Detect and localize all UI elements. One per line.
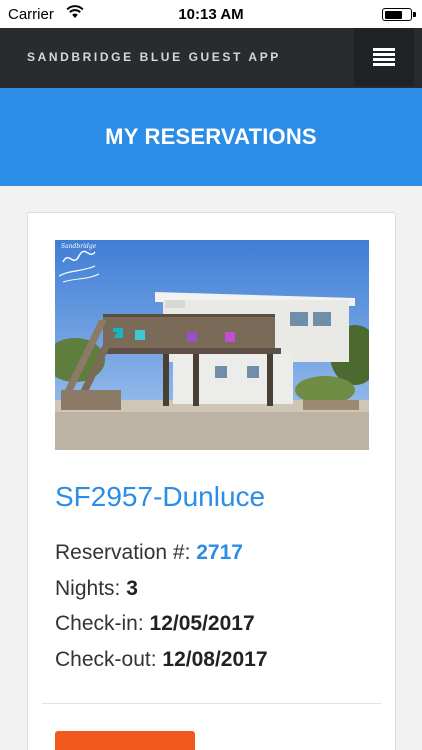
property-name-link[interactable]: SF2957-Dunluce: [55, 481, 265, 513]
checkout-row: Check-out: 12/08/2017: [55, 642, 268, 678]
status-bar: Carrier 10:13 AM: [0, 0, 422, 28]
property-photo[interactable]: Sandbridge: [55, 240, 369, 450]
app-title: SANDBRIDGE BLUE GUEST APP: [27, 50, 281, 64]
nights-row: Nights: 3: [55, 571, 268, 607]
app-header: SANDBRIDGE BLUE GUEST APP: [0, 28, 422, 88]
page-banner: MY RESERVATIONS: [0, 88, 422, 186]
reservation-number-row: Reservation #: 2717: [55, 535, 268, 571]
nights-value: 3: [126, 576, 138, 600]
reservation-number-link[interactable]: 2717: [196, 541, 243, 564]
reservation-card[interactable]: Sandbridge SF2957-Dunluce Reservation #:…: [27, 212, 396, 750]
clock: 10:13 AM: [178, 6, 244, 23]
menu-button[interactable]: [354, 28, 414, 86]
hamburger-menu-icon: [373, 48, 395, 66]
card-divider: [42, 703, 381, 704]
checkout-value: 12/08/2017: [162, 647, 268, 671]
page-title: MY RESERVATIONS: [105, 124, 317, 149]
checkin-label: Check-in:: [55, 612, 150, 635]
nights-label: Nights:: [55, 576, 127, 600]
svg-text:Sandbridge: Sandbridge: [61, 243, 97, 250]
reservation-action-button[interactable]: [55, 731, 195, 750]
checkin-value: 12/05/2017: [149, 612, 255, 635]
reservation-number-label: Reservation #:: [55, 541, 197, 564]
checkout-label: Check-out:: [55, 647, 163, 671]
battery-icon: [382, 8, 416, 21]
reservation-details: Reservation #: 2717 Nights: 3 Check-in: …: [55, 535, 268, 677]
checkin-row: Check-in: 12/05/2017: [55, 606, 268, 642]
